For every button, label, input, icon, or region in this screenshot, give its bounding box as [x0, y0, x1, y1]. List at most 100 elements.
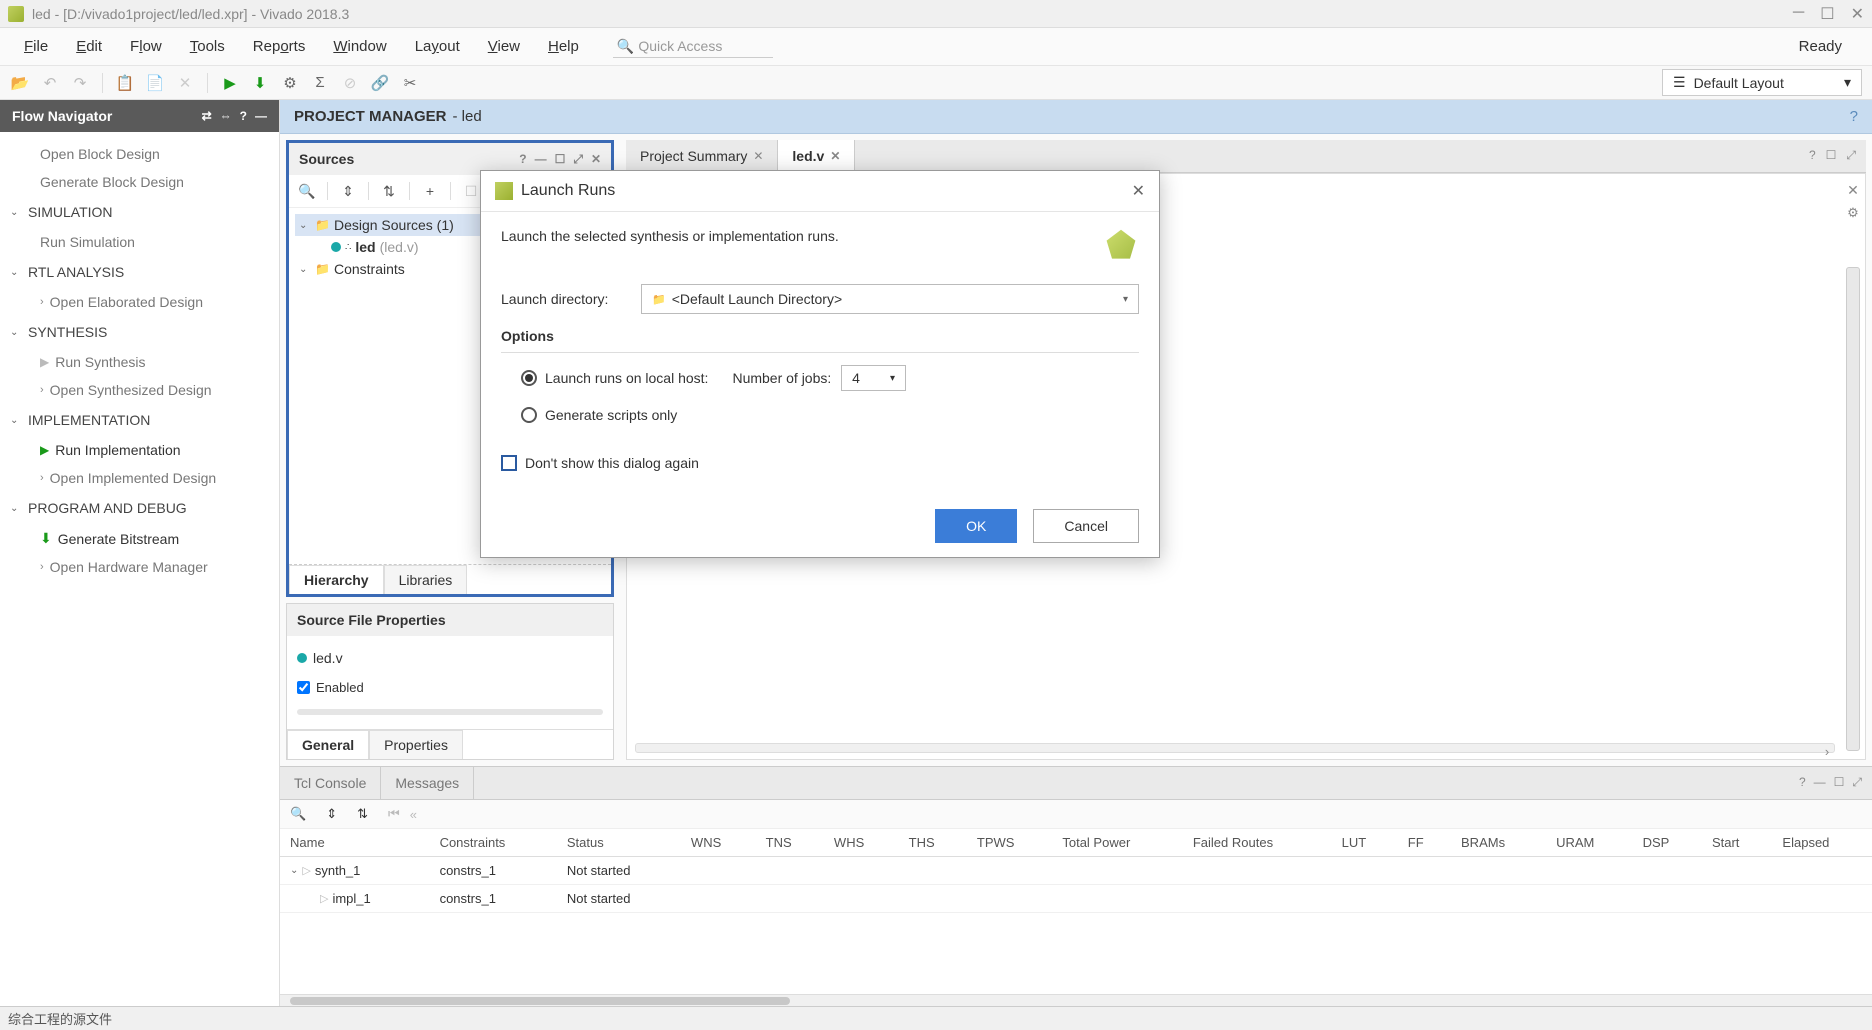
- sources-tab-libraries[interactable]: Libraries: [384, 565, 468, 594]
- sources-search-icon[interactable]: 🔍: [295, 179, 319, 203]
- editor-scrollbar[interactable]: [1846, 267, 1860, 751]
- close-button[interactable]: ✕: [1851, 4, 1864, 24]
- nav-open-implemented[interactable]: ›Open Implemented Design: [0, 464, 279, 492]
- sources-add-icon[interactable]: +: [418, 179, 442, 203]
- runs-col-header[interactable]: Failed Routes: [1183, 829, 1332, 857]
- sources-restore-icon[interactable]: ⤢: [573, 152, 583, 167]
- runs-col-header[interactable]: URAM: [1546, 829, 1633, 857]
- dialog-close-icon[interactable]: ✕: [1132, 181, 1145, 201]
- runs-search-icon[interactable]: 🔍: [290, 806, 306, 822]
- bottom-maximize-icon[interactable]: ☐: [1834, 775, 1845, 791]
- tab-led-v[interactable]: led.v ✕: [778, 140, 855, 172]
- menu-window[interactable]: Window: [319, 32, 400, 61]
- props-tab-properties[interactable]: Properties: [369, 730, 463, 759]
- bitstream-icon[interactable]: ⬇: [250, 73, 270, 93]
- runs-col-header[interactable]: TNS: [756, 829, 824, 857]
- settings-icon[interactable]: ⚙: [280, 73, 300, 93]
- sources-minimize-icon[interactable]: —: [535, 152, 547, 167]
- sources-maximize-icon[interactable]: ☐: [555, 152, 566, 167]
- sigma-icon[interactable]: Σ: [310, 73, 330, 93]
- layout-selector[interactable]: ☰ Default Layout ▾: [1662, 69, 1862, 96]
- nav-section-implementation[interactable]: ⌄IMPLEMENTATION: [0, 404, 279, 436]
- copy-icon[interactable]: 📋: [115, 73, 135, 93]
- tab-tcl-console[interactable]: Tcl Console: [280, 767, 381, 799]
- nav-section-program-debug[interactable]: ⌄PROGRAM AND DEBUG: [0, 492, 279, 524]
- pin-icon[interactable]: ⇔: [220, 109, 232, 123]
- menu-flow[interactable]: Flow: [116, 32, 176, 61]
- nav-run-implementation[interactable]: ▶Run Implementation: [0, 436, 279, 464]
- paste-icon[interactable]: 📄: [145, 73, 165, 93]
- nav-generate-block-design[interactable]: Generate Block Design: [0, 168, 279, 196]
- runs-col-header[interactable]: Status: [557, 829, 681, 857]
- runs-col-header[interactable]: Elapsed: [1772, 829, 1872, 857]
- editor-close-icon[interactable]: ✕: [1847, 182, 1859, 199]
- nav-section-simulation[interactable]: ⌄SIMULATION: [0, 196, 279, 228]
- collapse-icon[interactable]: ⇄: [202, 109, 212, 123]
- link-icon[interactable]: 🔗: [370, 73, 390, 93]
- radio-scripts-only[interactable]: [521, 407, 537, 423]
- editor-restore-icon[interactable]: ⤢: [1846, 148, 1856, 164]
- runs-col-header[interactable]: Start: [1702, 829, 1772, 857]
- menu-reports[interactable]: Reports: [239, 32, 320, 61]
- runs-col-header[interactable]: DSP: [1633, 829, 1702, 857]
- nav-open-block-design[interactable]: Open Block Design: [0, 140, 279, 168]
- menu-help[interactable]: Help: [534, 32, 593, 61]
- minimize-panel-icon[interactable]: —: [255, 109, 267, 123]
- ok-button[interactable]: OK: [935, 509, 1017, 543]
- pm-help-icon[interactable]: ?: [1850, 108, 1858, 125]
- menu-edit[interactable]: Edit: [62, 32, 116, 61]
- option-scripts-only[interactable]: Generate scripts only: [501, 399, 1139, 431]
- delete-icon[interactable]: ✕: [175, 73, 195, 93]
- tab-project-summary[interactable]: Project Summary ✕: [626, 140, 778, 172]
- bottom-hscrollbar[interactable]: [280, 994, 1872, 1006]
- undo-icon[interactable]: ↶: [40, 73, 60, 93]
- menu-layout[interactable]: Layout: [401, 32, 474, 61]
- runs-col-header[interactable]: WHS: [824, 829, 899, 857]
- sources-help-icon[interactable]: ?: [519, 152, 526, 167]
- sources-tab-hierarchy[interactable]: Hierarchy: [289, 565, 384, 594]
- runs-col-header[interactable]: THS: [899, 829, 967, 857]
- help-icon[interactable]: ?: [240, 109, 247, 123]
- editor-gear-icon[interactable]: ⚙: [1847, 205, 1859, 221]
- runs-col-header[interactable]: BRAMs: [1451, 829, 1546, 857]
- nav-section-rtl[interactable]: ⌄RTL ANALYSIS: [0, 256, 279, 288]
- nav-open-hardware[interactable]: ›Open Hardware Manager: [0, 553, 279, 581]
- redo-icon[interactable]: ↷: [70, 73, 90, 93]
- menu-tools[interactable]: Tools: [176, 32, 239, 61]
- runs-col-header[interactable]: TPWS: [967, 829, 1052, 857]
- nav-open-synthesized[interactable]: ›Open Synthesized Design: [0, 376, 279, 404]
- runs-col-header[interactable]: LUT: [1332, 829, 1398, 857]
- runs-prev-icon[interactable]: «: [410, 807, 417, 822]
- bottom-restore-icon[interactable]: ⤢: [1852, 775, 1862, 791]
- nav-open-elaborated[interactable]: ›Open Elaborated Design: [0, 288, 279, 316]
- sources-collapse-icon[interactable]: ⇕: [336, 179, 360, 203]
- run-icon[interactable]: ▶: [220, 73, 240, 93]
- cancel-button[interactable]: Cancel: [1033, 509, 1139, 543]
- runs-col-header[interactable]: Name: [280, 829, 430, 857]
- tab-ledv-close-icon[interactable]: ✕: [830, 149, 840, 163]
- nav-generate-bitstream[interactable]: ⬇Generate Bitstream: [0, 524, 279, 553]
- bottom-help-icon[interactable]: ?: [1799, 775, 1806, 791]
- menu-file[interactable]: File: [10, 32, 62, 61]
- runs-first-icon[interactable]: ⏮: [388, 806, 400, 822]
- nav-run-synthesis[interactable]: ▶Run Synthesis: [0, 348, 279, 376]
- nav-run-simulation[interactable]: Run Simulation: [0, 228, 279, 256]
- tab-summary-close-icon[interactable]: ✕: [753, 149, 763, 163]
- quick-access-search[interactable]: 🔍 Quick Access: [613, 36, 773, 58]
- scroll-indicator[interactable]: [297, 709, 603, 715]
- cancel-icon[interactable]: ⊘: [340, 73, 360, 93]
- open-icon[interactable]: 📂: [10, 73, 30, 93]
- runs-col-header[interactable]: WNS: [681, 829, 756, 857]
- dashboard-icon[interactable]: ✂: [400, 73, 420, 93]
- launch-dir-combo[interactable]: 📁 <Default Launch Directory> ▾: [641, 284, 1139, 314]
- editor-help-icon[interactable]: ?: [1809, 148, 1816, 164]
- njobs-combo[interactable]: 4 ▾: [841, 365, 906, 391]
- table-row[interactable]: ▷impl_1constrs_1Not started: [280, 885, 1872, 913]
- bottom-minimize-icon[interactable]: —: [1814, 775, 1826, 791]
- runs-collapse-icon[interactable]: ⇕: [326, 806, 337, 822]
- maximize-button[interactable]: ☐: [1820, 4, 1834, 24]
- runs-col-header[interactable]: FF: [1398, 829, 1451, 857]
- editor-hscrollbar[interactable]: ›: [635, 743, 1835, 753]
- source-enabled-row[interactable]: Enabled: [297, 672, 603, 703]
- runs-expand-icon[interactable]: ⇅: [357, 806, 368, 822]
